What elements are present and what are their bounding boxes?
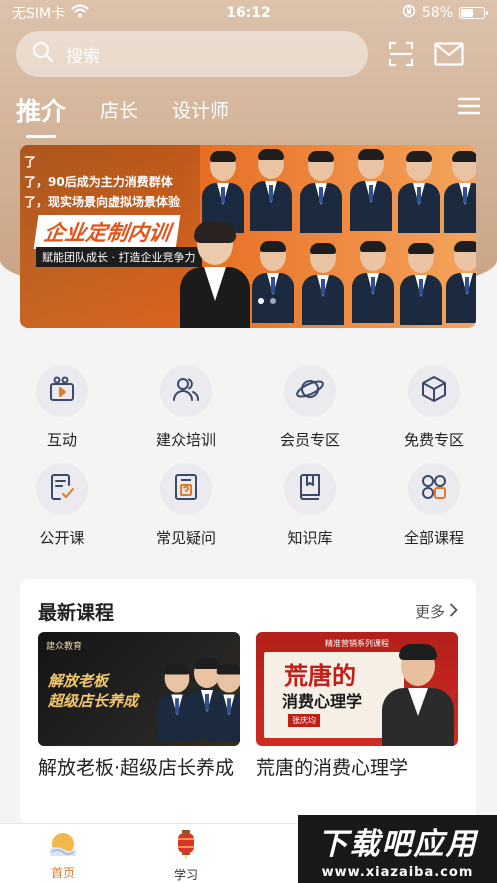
grid-icon (420, 473, 448, 505)
quick-link-label: 公开课 (39, 529, 85, 547)
quick-link-label: 互动 (46, 431, 77, 449)
quick-link-knowledge[interactable]: 知识库 (260, 463, 360, 548)
section-title: 最新课程 (38, 602, 115, 624)
carousel-dot[interactable] (258, 298, 264, 304)
lead-presenter-photo (180, 221, 250, 328)
more-label: 更多 (414, 603, 445, 621)
presenter-photo (250, 149, 292, 231)
planet-icon (295, 374, 325, 408)
quick-link-faq[interactable]: 常见疑问 (136, 463, 236, 548)
quick-link-all-courses[interactable]: 全部课程 (384, 463, 484, 548)
cube-icon (420, 375, 448, 407)
course-thumbnail: 精准营销系列课程 荒唐的 消费心理学 张庆均 (256, 632, 458, 746)
checklist-icon (49, 473, 75, 505)
lantern-icon (175, 830, 197, 862)
speaker-photo (382, 644, 454, 746)
quick-link-open-class[interactable]: 公开课 (12, 463, 112, 548)
thumb-title: 荒唐的 (284, 661, 356, 690)
search-row: 搜索 (16, 31, 481, 77)
status-bar: 无SIM卡 16:12 58% (0, 0, 497, 26)
tabbar-label: 首页 (50, 866, 75, 880)
banner-line: 了，现实场景向虚拟场景体验 (24, 195, 181, 209)
carousel-dots (258, 298, 276, 304)
course-title: 荒唐的消费心理学 (256, 757, 409, 779)
banner-title: 企业定制内训 (33, 215, 181, 249)
tabbar-study[interactable]: 学习 (151, 830, 221, 883)
presenter-photo (300, 151, 342, 233)
rotation-lock-icon (402, 4, 416, 22)
banner-line: 了 (24, 155, 37, 169)
presenter-photo (302, 243, 344, 325)
banner-subtitle: 赋能团队成长 · 打造企业竞争力 (36, 247, 202, 267)
presenter-photo (400, 243, 442, 325)
presenter-photo (398, 151, 440, 233)
quick-link-label: 常见疑问 (155, 529, 216, 547)
tabbar-home[interactable]: 首页 (28, 830, 98, 881)
quick-link-training[interactable]: 建众培训 (136, 365, 236, 450)
course-title: 解放老板·超级店长养成 (38, 757, 235, 779)
wifi-icon (71, 4, 89, 22)
home-sun-icon (48, 830, 78, 860)
scan-icon[interactable] (386, 39, 416, 69)
carousel-dot[interactable] (270, 298, 276, 304)
tab-designer[interactable]: 设计师 (172, 88, 229, 123)
thumb-brand: 建众教育 (46, 642, 83, 652)
carrier-label: 无SIM卡 (12, 6, 66, 22)
presenter-photo (444, 151, 476, 233)
users-icon (172, 375, 200, 407)
course-card[interactable]: 精准营销系列课程 荒唐的 消费心理学 张庆均 荒唐的消费心理学 (256, 632, 458, 780)
latest-courses-card: 最新课程 更多 建众教育 解放老板 超级店长养成 解放老板·超级店长养成 精准营… (20, 579, 476, 824)
watermark-logo: 下载吧应用 www.xiazaiba.com (298, 815, 497, 883)
tabbar-label: 学习 (173, 868, 198, 882)
video-camera-icon (48, 375, 76, 407)
quick-link-free[interactable]: 免费专区 (384, 365, 484, 450)
quick-link-label: 会员专区 (279, 431, 340, 449)
presenter-photo (446, 241, 476, 323)
quick-link-label: 知识库 (287, 529, 333, 547)
menu-icon[interactable] (457, 96, 481, 120)
presenter-photo (350, 149, 392, 231)
question-doc-icon (173, 473, 199, 505)
quick-link-interact[interactable]: 互动 (12, 365, 112, 450)
book-icon (297, 473, 323, 505)
quick-link-label: 建众培训 (155, 431, 216, 449)
more-link[interactable]: 更多 (415, 601, 458, 622)
thumb-title: 消费心理学 (282, 692, 363, 711)
category-tabs: 推介 店长 设计师 (16, 88, 481, 138)
chevron-right-icon (449, 602, 458, 621)
presenter-photo (352, 241, 394, 323)
quick-link-members[interactable]: 会员专区 (260, 365, 360, 450)
thumb-title: 超级店长养成 (48, 692, 139, 710)
thumb-title: 解放老板 (48, 672, 109, 690)
presenter-photo (252, 241, 294, 323)
presenter-photo (209, 664, 240, 742)
search-placeholder: 搜索 (66, 46, 100, 67)
banner-line: 了，90后成为主力消费群体 (24, 175, 173, 189)
search-input[interactable]: 搜索 (16, 31, 368, 77)
quick-link-label: 全部课程 (403, 529, 464, 547)
course-thumbnail: 建众教育 解放老板 超级店长养成 (38, 632, 240, 746)
search-icon (32, 41, 54, 67)
watermark-title: 下载吧应用 (317, 826, 478, 862)
thumb-speaker: 张庆均 (288, 714, 320, 727)
tab-store-manager[interactable]: 店长 (100, 88, 138, 123)
watermark-url: www.xiazaiba.com (321, 864, 474, 880)
course-card[interactable]: 建众教育 解放老板 超级店长养成 解放老板·超级店长养成 (38, 632, 240, 780)
tab-recommend[interactable]: 推介 (16, 88, 66, 138)
quick-link-label: 免费专区 (403, 431, 464, 449)
promo-banner[interactable]: 了，90后成为主力消费群体 了，现实场景向虚拟场景体验 了 企业定制内训 赋能团… (20, 145, 476, 328)
mail-icon[interactable] (434, 39, 464, 69)
battery-percent: 58% (421, 5, 453, 21)
battery-icon (459, 7, 488, 19)
